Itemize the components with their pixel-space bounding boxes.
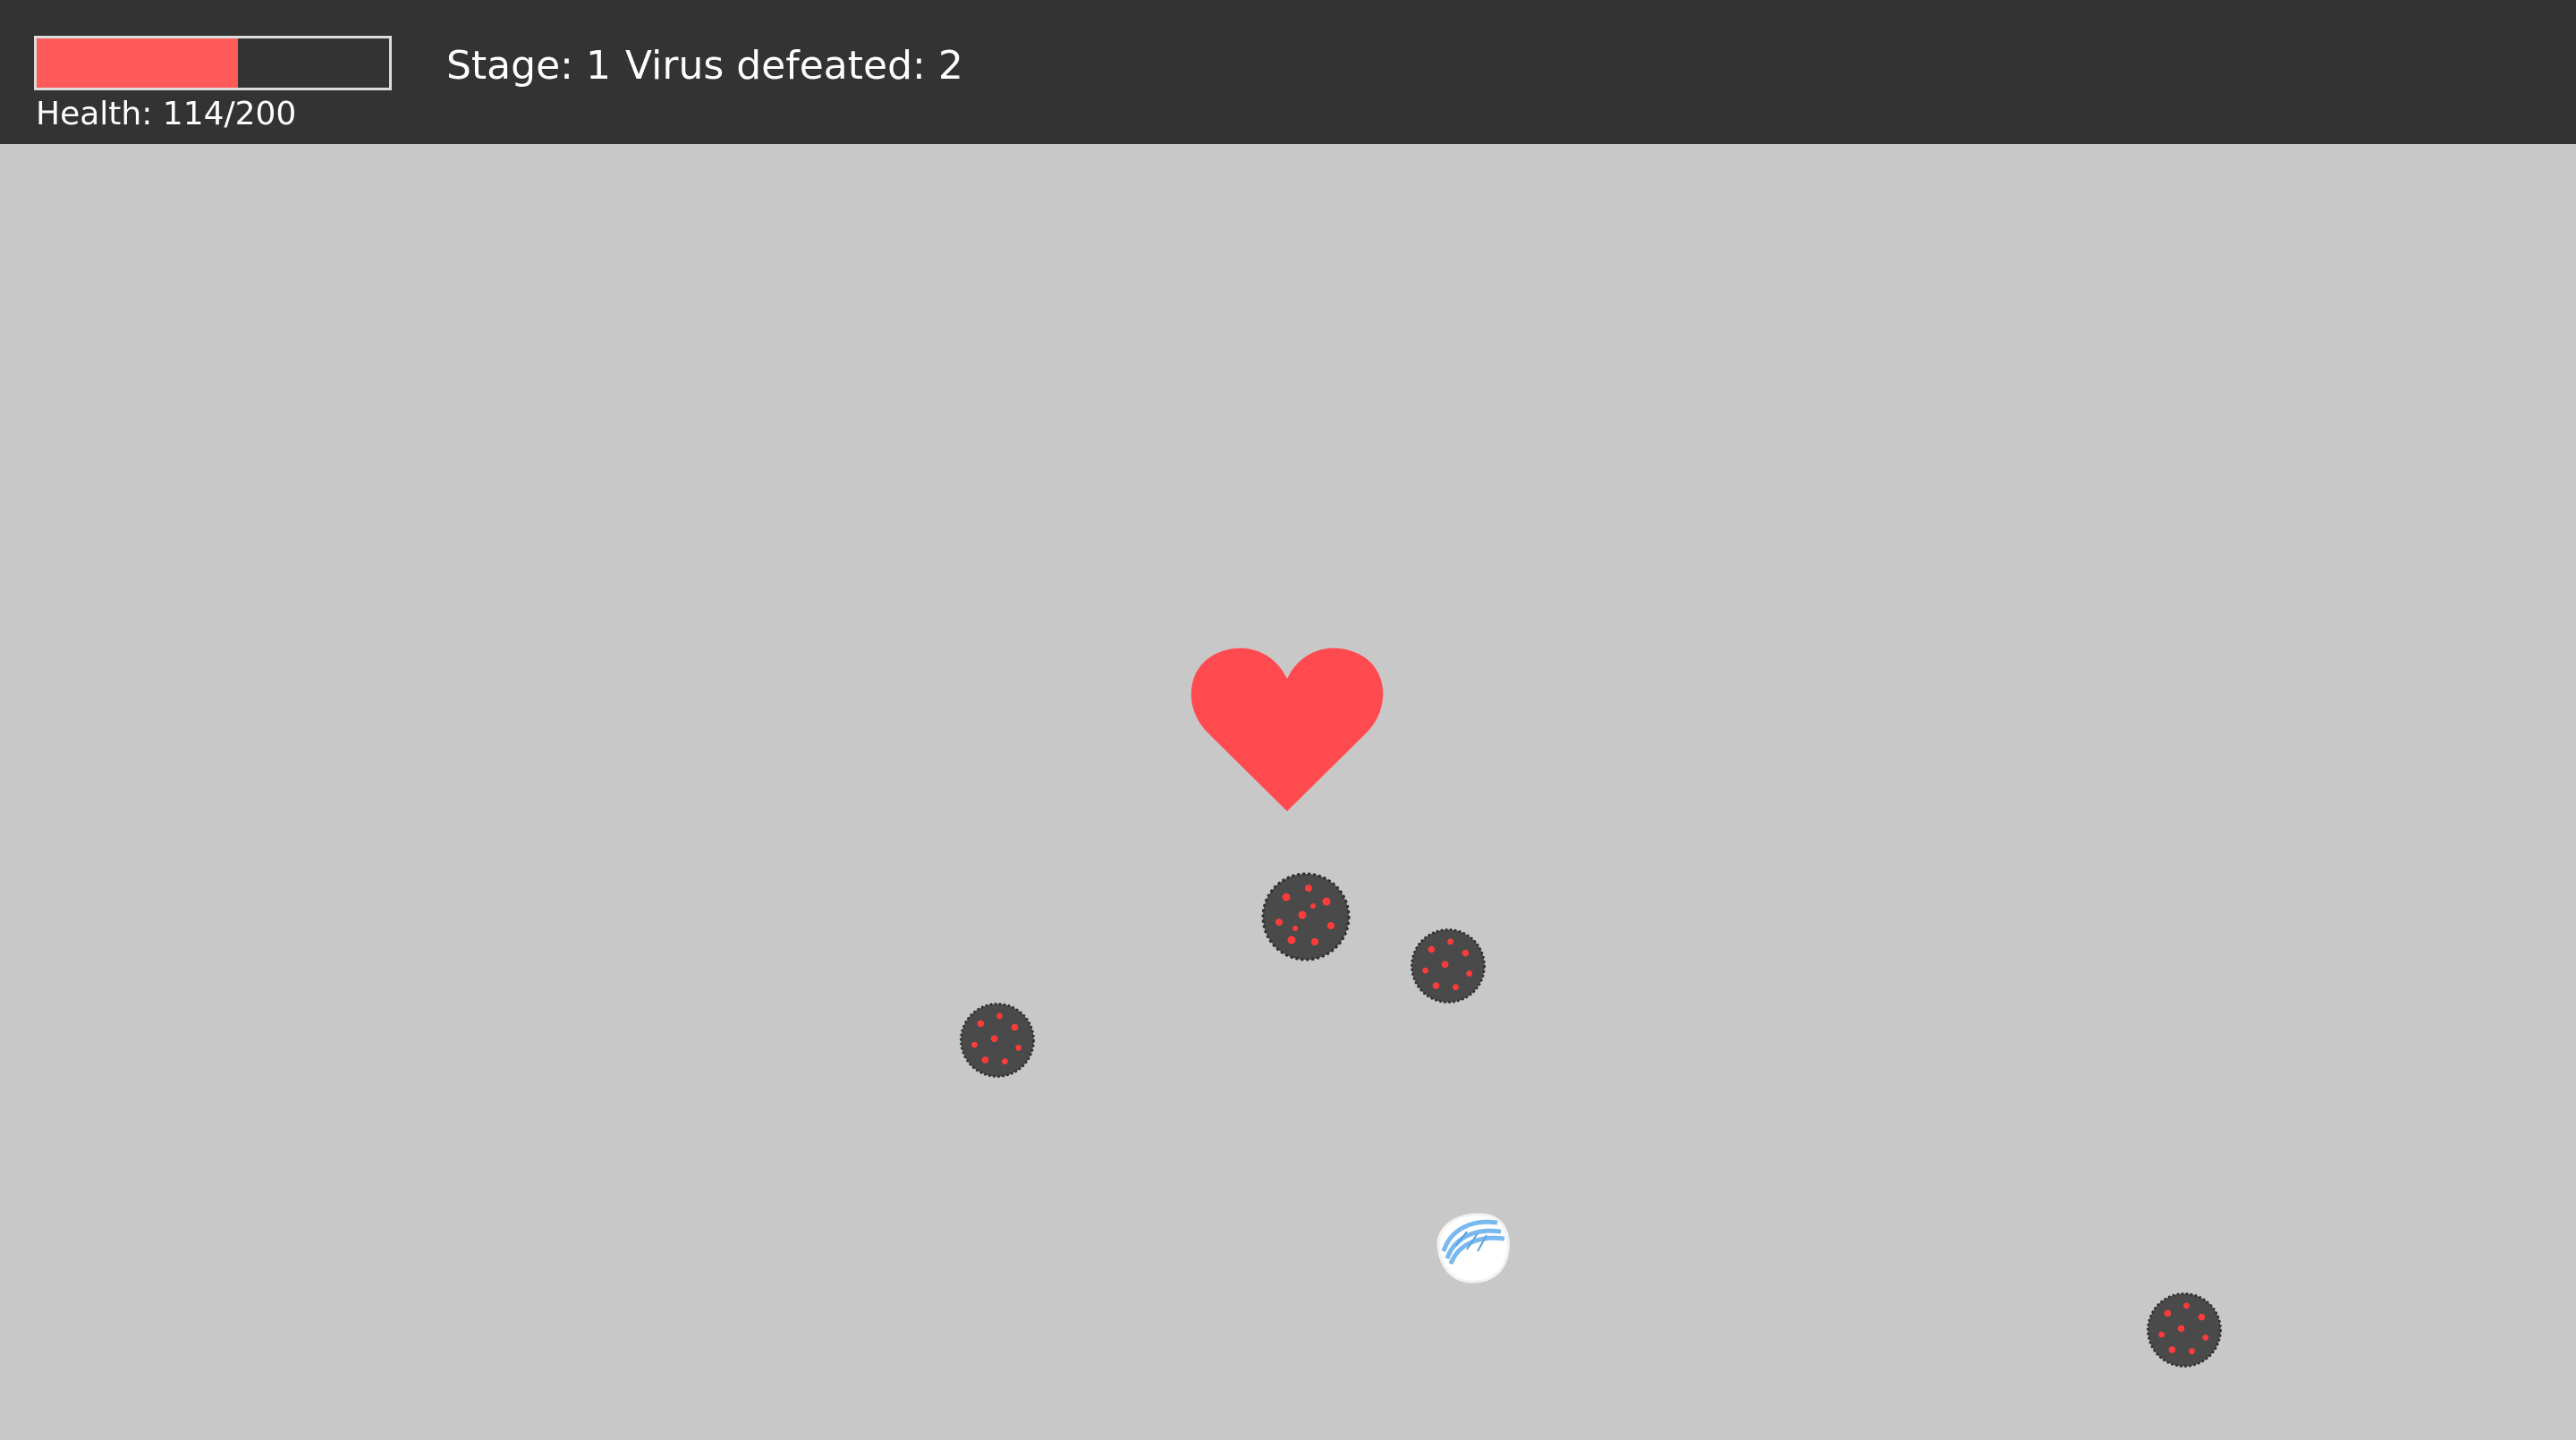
playfield[interactable] [0, 144, 2576, 1440]
health-label: Health: 114/200 [36, 96, 297, 132]
heart-icon [1191, 648, 1384, 811]
virus-icon [1411, 928, 1486, 1004]
virus-icon [960, 1003, 1035, 1078]
hud-bar: Health: 114/200 Stage: 1 Virus defeated:… [0, 0, 2576, 144]
game-screen: Health: 114/200 Stage: 1 Virus defeated:… [0, 0, 2576, 1440]
face-mask-icon [1436, 1213, 1510, 1283]
virus-icon [1261, 872, 1351, 961]
virus-defeated-counter: Virus defeated: 2 [625, 43, 963, 89]
health-bar-fill [37, 38, 238, 88]
stage-counter: Stage: 1 [446, 43, 611, 89]
virus-icon [2147, 1292, 2222, 1368]
health-bar [34, 36, 392, 90]
